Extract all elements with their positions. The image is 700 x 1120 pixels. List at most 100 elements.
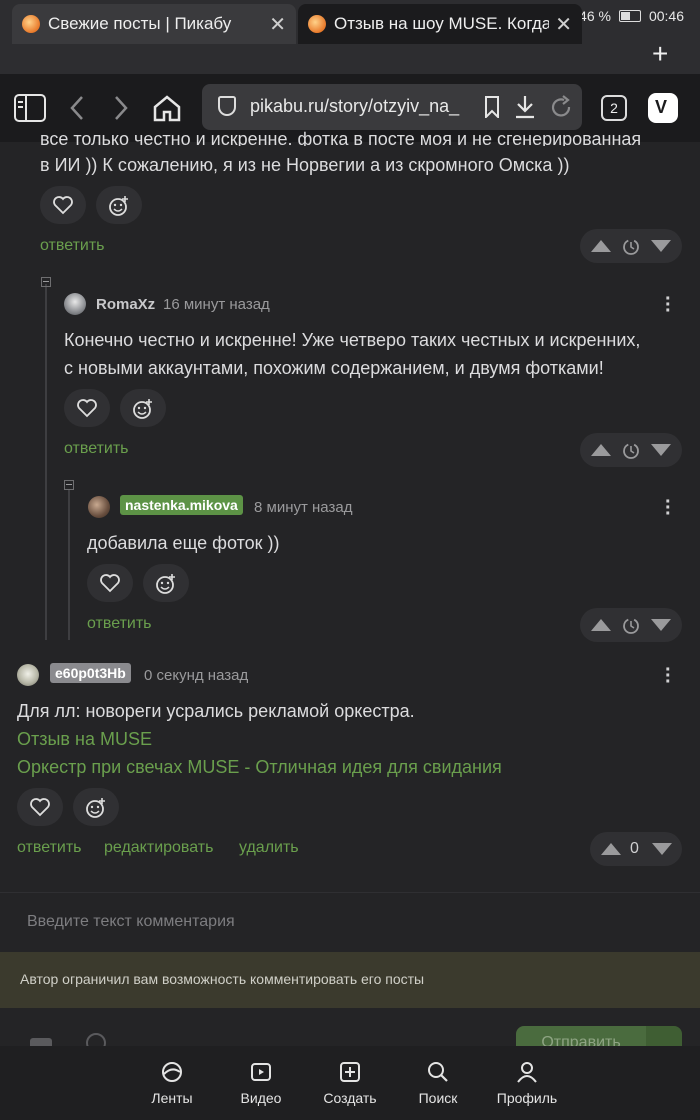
- battery-percent: 46 %: [579, 7, 611, 24]
- browser-tab-2[interactable]: Отзыв на шоу MUSE. Когда за ✕: [298, 4, 582, 44]
- delete-link[interactable]: удалить: [239, 839, 299, 857]
- reload-icon[interactable]: [550, 95, 572, 124]
- downvote-icon[interactable]: [650, 239, 672, 253]
- reaction-button[interactable]: [143, 564, 189, 602]
- home-icon[interactable]: [152, 94, 182, 127]
- nav-video[interactable]: Видео: [221, 1060, 301, 1106]
- reply-link[interactable]: ответить: [87, 615, 152, 633]
- reaction-button[interactable]: [73, 788, 119, 826]
- upvote-icon[interactable]: [600, 842, 622, 856]
- comment-input-placeholder: Введите текст комментария: [27, 913, 235, 930]
- restriction-notice-text: Автор ограничил вам возможность комменти…: [20, 971, 425, 987]
- comment-author[interactable]: e60p0t3Hb: [50, 663, 131, 683]
- like-button[interactable]: [17, 788, 63, 826]
- comment-author[interactable]: RomaXz: [96, 296, 155, 313]
- new-tab-icon[interactable]: +: [652, 38, 668, 70]
- tab-title: Свежие посты | Пикабу: [48, 14, 232, 33]
- downvote-icon[interactable]: [650, 618, 672, 632]
- comment-text: в ИИ )) К сожалению, я из не Норвегии а …: [40, 155, 570, 175]
- rating-pending-icon: [623, 443, 639, 459]
- back-icon[interactable]: [68, 95, 86, 126]
- rating-pending-icon: [623, 239, 639, 255]
- forward-icon[interactable]: [112, 95, 130, 126]
- add-emoji-icon: [156, 574, 175, 594]
- tab-count-button[interactable]: 2: [601, 95, 627, 121]
- vote-controls: [580, 608, 682, 642]
- avatar[interactable]: [17, 664, 39, 686]
- comment-time: 8 минут назад: [254, 499, 353, 516]
- comment-author-badge[interactable]: e60p0t3Hb: [50, 663, 131, 683]
- upvote-icon[interactable]: [590, 618, 612, 632]
- battery-icon: [618, 9, 641, 22]
- reply-link[interactable]: ответить: [64, 440, 129, 458]
- comment-text: добавила еще фоток )): [87, 533, 280, 553]
- like-button[interactable]: [64, 389, 110, 427]
- rating-pending-icon: [623, 618, 639, 634]
- upvote-icon[interactable]: [590, 443, 612, 457]
- heart-icon: [77, 399, 97, 418]
- vote-controls: 0: [590, 832, 682, 866]
- comment-text-partial: все только честно и искренне. фотка в по…: [40, 129, 642, 146]
- video-icon: [251, 1063, 271, 1081]
- shield-icon[interactable]: [218, 96, 236, 116]
- comment-link[interactable]: Отзыв на MUSE: [17, 726, 152, 753]
- avatar[interactable]: [64, 293, 86, 315]
- bookmark-icon[interactable]: [484, 96, 500, 123]
- vote-controls: [580, 433, 682, 467]
- nav-create[interactable]: Создать: [310, 1060, 390, 1106]
- pikabu-favicon-icon: [22, 15, 40, 33]
- reply-link[interactable]: ответить: [40, 237, 105, 255]
- close-tab-icon[interactable]: ✕: [269, 12, 286, 37]
- collapse-thread-icon[interactable]: [41, 277, 51, 287]
- tab-title: Отзыв на шоу MUSE. Когда за: [334, 14, 550, 33]
- url-field[interactable]: pikabu.ru/story/otzyiv_na_: [202, 84, 582, 130]
- comment-link[interactable]: Оркестр при свечах MUSE - Отличная идея …: [17, 754, 502, 781]
- close-tab-icon[interactable]: ✕: [555, 12, 572, 37]
- nav-feeds[interactable]: Ленты: [132, 1060, 212, 1106]
- like-button[interactable]: [40, 186, 86, 224]
- reply-link[interactable]: ответить: [17, 839, 82, 857]
- panels-icon[interactable]: [14, 94, 46, 127]
- comment-time: 0 секунд назад: [144, 667, 249, 684]
- comment-text: Конечно честно и искренне! Уже четверо т…: [64, 330, 641, 350]
- comment-time: 16 минут назад: [163, 296, 270, 313]
- nav-search[interactable]: Поиск: [398, 1060, 478, 1106]
- add-emoji-icon: [86, 798, 105, 818]
- reaction-button[interactable]: [96, 186, 142, 224]
- downvote-icon[interactable]: [651, 842, 673, 856]
- like-button[interactable]: [87, 564, 133, 602]
- comment-text: с новыми аккаунтами, похожим содержанием…: [64, 358, 604, 378]
- collapse-thread-icon[interactable]: [64, 480, 74, 490]
- heart-icon: [100, 574, 120, 593]
- search-icon: [428, 1062, 448, 1082]
- pikabu-favicon-icon: [308, 15, 326, 33]
- vote-controls: [580, 229, 682, 263]
- thread-line: [68, 490, 70, 640]
- upvote-icon[interactable]: [590, 239, 612, 253]
- rating-value: 0: [630, 840, 639, 857]
- avatar[interactable]: [88, 496, 110, 518]
- downvote-icon[interactable]: [650, 443, 672, 457]
- download-icon[interactable]: [514, 95, 536, 124]
- browser-tab-1[interactable]: Свежие посты | Пикабу ✕: [12, 4, 296, 44]
- edit-link[interactable]: редактировать: [104, 839, 213, 857]
- url-text[interactable]: pikabu.ru/story/otzyiv_na_: [250, 96, 470, 117]
- heart-icon: [30, 798, 50, 817]
- nav-profile[interactable]: Профиль: [487, 1060, 567, 1106]
- comment-text: Для лл: новореги усрались рекламой оркес…: [17, 701, 415, 721]
- vivaldi-menu-icon[interactable]: [648, 93, 678, 123]
- reaction-button[interactable]: [120, 389, 166, 427]
- more-options-icon[interactable]: · · ·: [665, 289, 672, 321]
- add-emoji-icon: [109, 196, 128, 216]
- feeds-icon: [162, 1062, 182, 1082]
- clock: 00:46: [648, 7, 684, 24]
- heart-icon: [53, 196, 73, 215]
- create-icon: [340, 1062, 360, 1082]
- comment-author[interactable]: nastenka.mikova: [120, 495, 243, 515]
- add-emoji-icon: [133, 399, 152, 419]
- profile-icon: [517, 1062, 537, 1083]
- more-options-icon[interactable]: · · ·: [665, 492, 672, 524]
- thread-line: [45, 284, 47, 640]
- comment-author-badge[interactable]: nastenka.mikova: [120, 495, 243, 515]
- more-options-icon[interactable]: · · ·: [665, 660, 672, 692]
